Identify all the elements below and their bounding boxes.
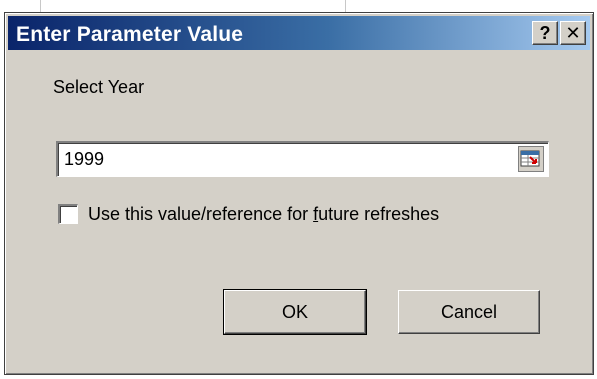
- future-refresh-label[interactable]: Use this value/reference for future refr…: [88, 204, 439, 225]
- parameter-value-text: 1999: [64, 149, 105, 169]
- close-icon: ✕: [565, 22, 581, 43]
- sheet-gridline: [40, 0, 41, 12]
- parameter-dialog: Enter Parameter Value ? ✕ Select Year 19…: [4, 12, 594, 375]
- help-button[interactable]: ?: [532, 21, 558, 45]
- future-refresh-checkbox[interactable]: [58, 204, 78, 224]
- future-refresh-option: Use this value/reference for future refr…: [58, 202, 439, 226]
- close-button[interactable]: ✕: [560, 21, 586, 45]
- label-prefix: Use this value/reference for: [88, 203, 314, 224]
- dialog-title: Enter Parameter Value: [16, 23, 244, 46]
- parameter-value-input[interactable]: 1999: [56, 141, 549, 177]
- ok-label: OK: [281, 301, 308, 322]
- label-suffix: uture refreshes: [318, 203, 440, 224]
- prompt-label: Select Year: [53, 77, 145, 97]
- ok-button[interactable]: OK: [223, 289, 367, 335]
- range-reference-icon: [520, 150, 540, 167]
- help-icon: ?: [539, 22, 551, 43]
- cancel-button[interactable]: Cancel: [398, 290, 540, 334]
- cancel-label: Cancel: [440, 301, 498, 322]
- sheet-gridline: [345, 0, 346, 12]
- title-bar[interactable]: Enter Parameter Value ? ✕: [8, 16, 590, 50]
- range-reference-button[interactable]: [518, 146, 544, 172]
